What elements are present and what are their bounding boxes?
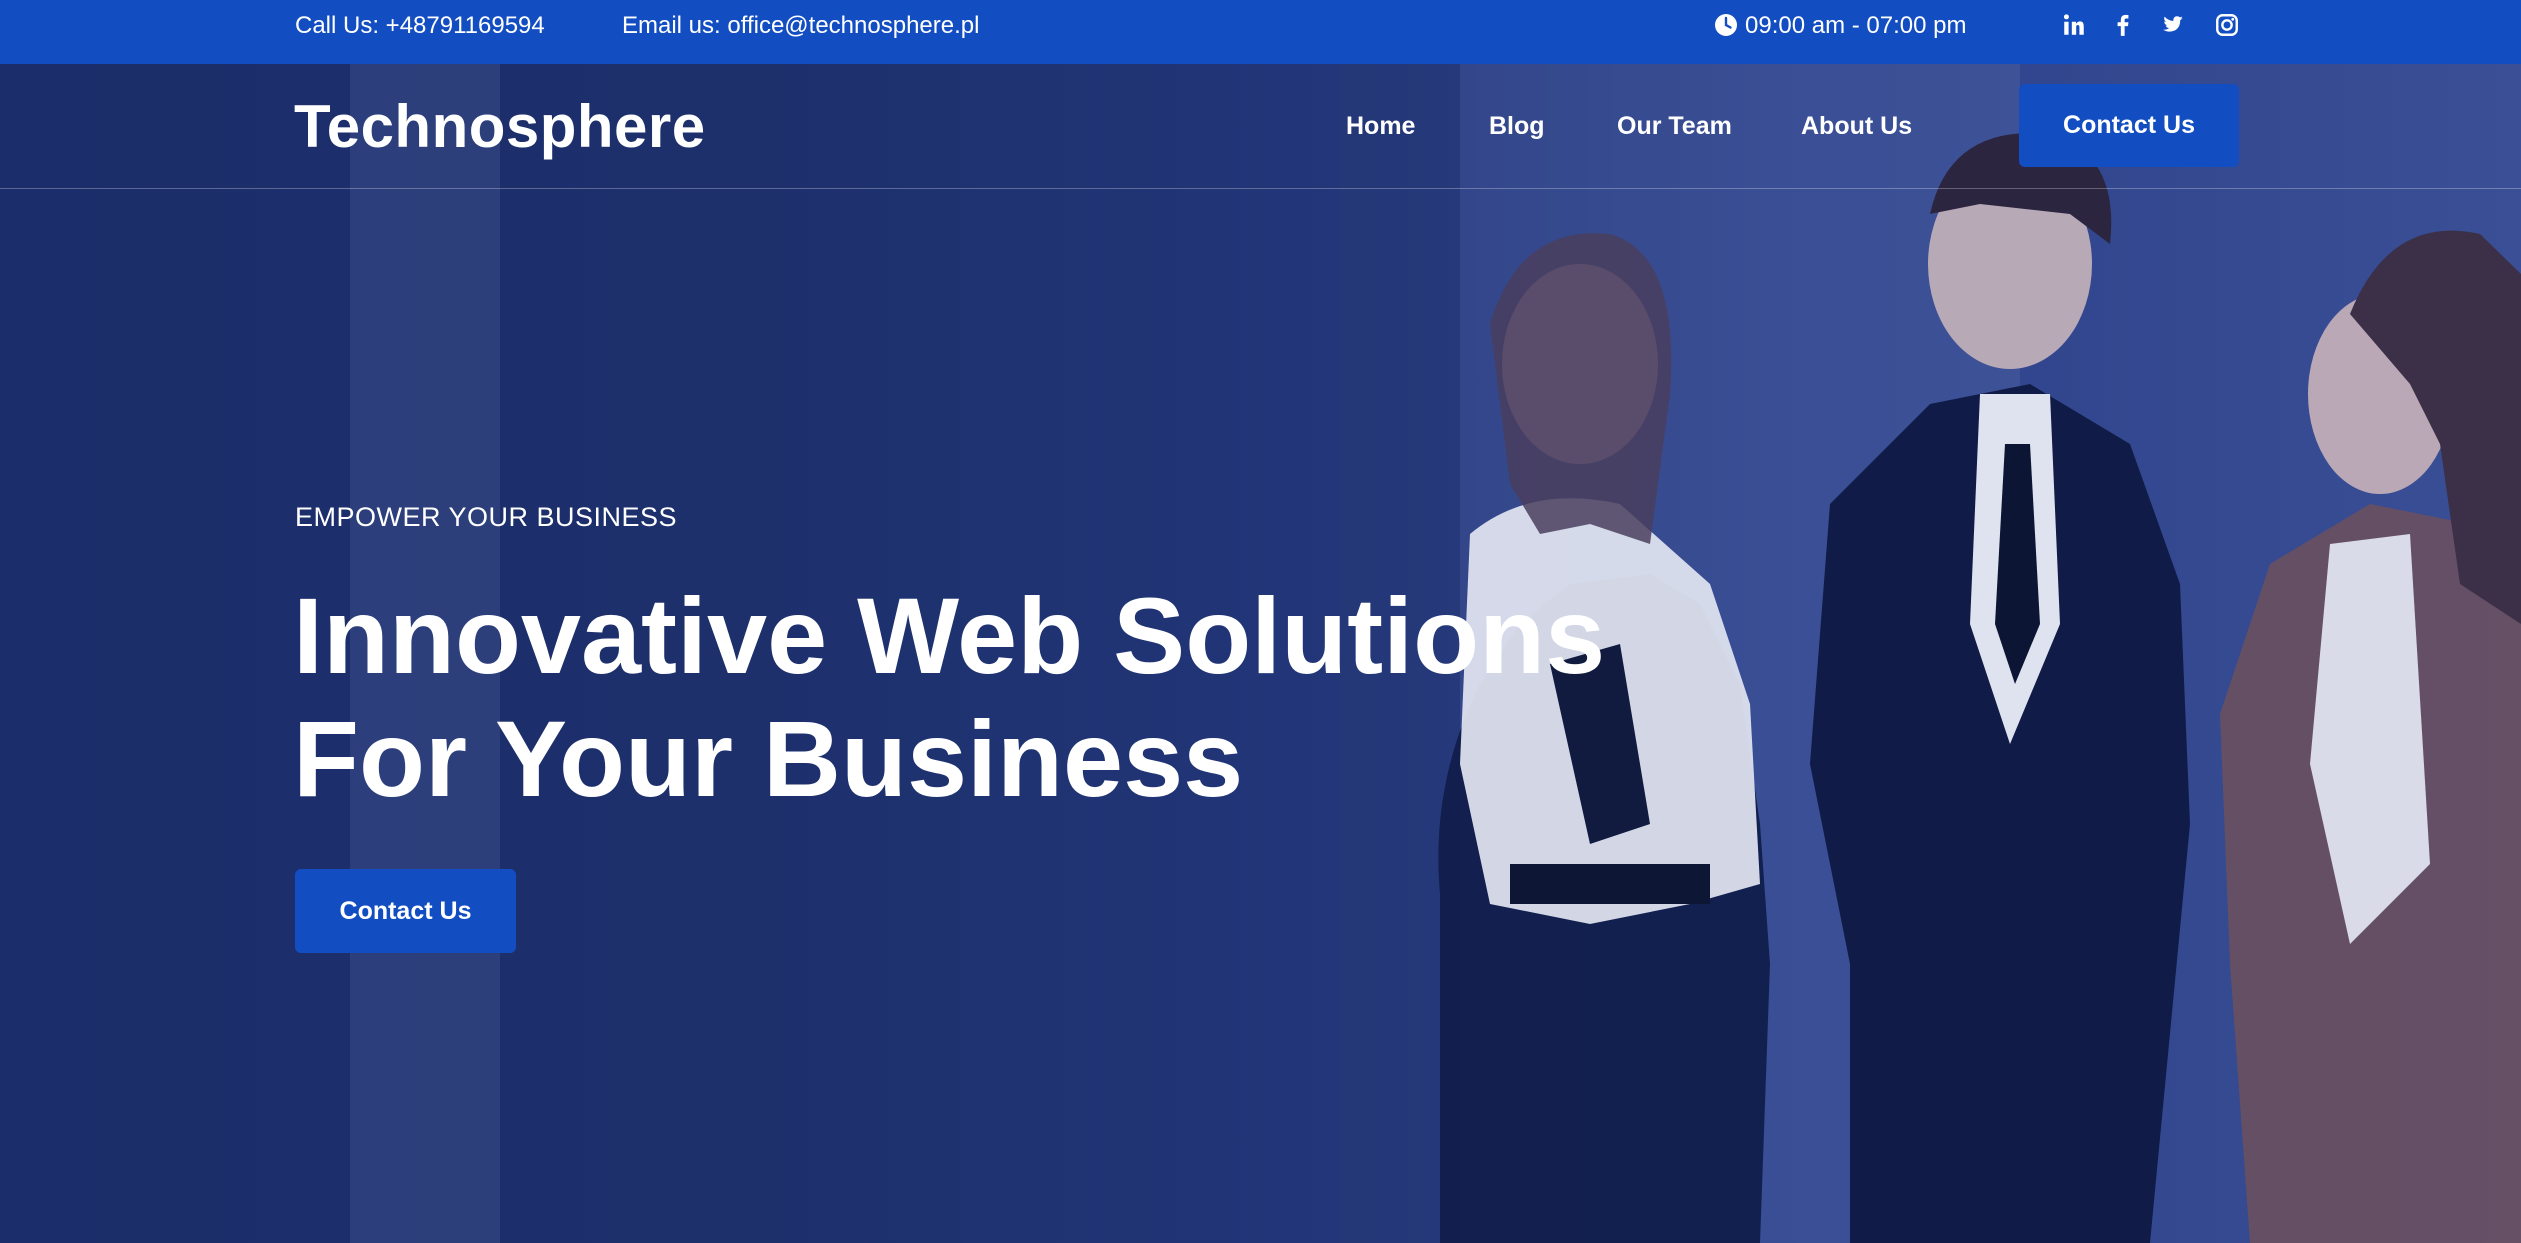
linkedin-icon[interactable] xyxy=(2061,12,2087,38)
hero-headline-line-1: Innovative Web Solutions xyxy=(293,575,1606,696)
hero-headline-line-2: For Your Business xyxy=(293,698,1244,819)
business-hours: 09:00 am - 07:00 pm xyxy=(1745,12,1967,39)
nav-link-about-us[interactable]: About Us xyxy=(1801,112,1912,141)
facebook-icon[interactable] xyxy=(2110,12,2136,38)
instagram-icon[interactable] xyxy=(2214,12,2240,38)
clock-icon xyxy=(1715,14,1737,36)
twitter-icon[interactable] xyxy=(2159,12,2185,38)
main-navigation: Technosphere Home Blog Our Team About Us… xyxy=(0,64,2521,189)
phone-contact[interactable]: Call Us: +48791169594 xyxy=(295,0,545,52)
nav-contact-button[interactable]: Contact Us xyxy=(2019,84,2239,167)
nav-link-blog[interactable]: Blog xyxy=(1489,112,1545,141)
top-info-bar: Call Us: +48791169594 Email us: office@t… xyxy=(0,0,2521,64)
email-contact[interactable]: Email us: office@technosphere.pl xyxy=(622,0,979,52)
hero-headline: Innovative Web Solutions For Your Busine… xyxy=(293,574,1605,820)
hero-eyebrow: EMPOWER YOUR BUSINESS xyxy=(295,502,678,532)
hero-contact-button[interactable]: Contact Us xyxy=(295,869,516,953)
site-logo[interactable]: Technosphere xyxy=(294,92,706,161)
nav-link-home[interactable]: Home xyxy=(1346,112,1415,141)
page: Call Us: +48791169594 Email us: office@t… xyxy=(0,0,2521,1243)
nav-link-our-team[interactable]: Our Team xyxy=(1617,112,1732,141)
